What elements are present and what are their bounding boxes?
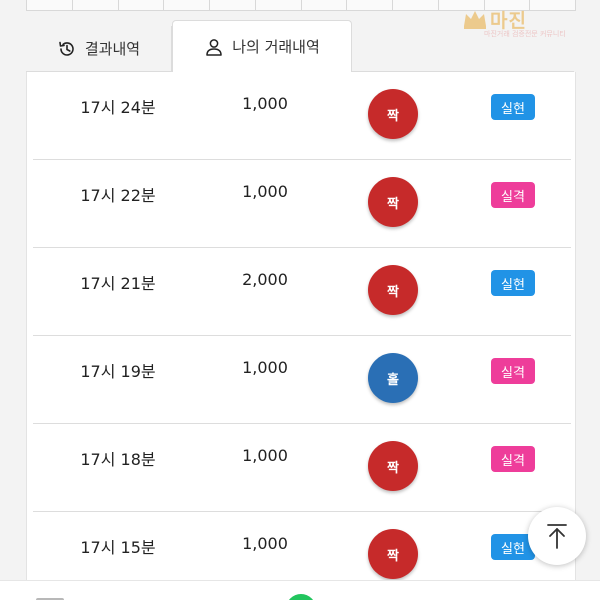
user-icon bbox=[206, 38, 222, 56]
history-icon bbox=[59, 41, 74, 56]
trade-amount: 1,000 bbox=[242, 182, 288, 201]
result-badge: 실격 bbox=[491, 182, 535, 208]
trade-amount: 1,000 bbox=[242, 534, 288, 553]
pick-ball: 짝 bbox=[368, 89, 418, 139]
table-row: 17시 21분 2,000 짝 실현 bbox=[27, 248, 575, 336]
arrow-up-icon bbox=[547, 524, 567, 549]
trade-history-list: 17시 24분 1,000 짝 실현 17시 22분 1,000 짝 실격 17… bbox=[26, 72, 576, 600]
pick-ball: 홀 bbox=[368, 353, 418, 403]
table-row: 17시 18분 1,000 짝 실격 bbox=[27, 424, 575, 512]
trade-time: 17시 24분 bbox=[80, 98, 156, 117]
trade-time: 17시 18분 bbox=[80, 450, 156, 469]
table-row: 17시 19분 1,000 홀 실격 bbox=[27, 336, 575, 424]
trade-amount: 2,000 bbox=[242, 270, 288, 289]
pick-ball: 짝 bbox=[368, 441, 418, 491]
pick-ball: 짝 bbox=[368, 177, 418, 227]
tab-results-history[interactable]: 결과내역 bbox=[26, 26, 172, 72]
nav-item-center[interactable] bbox=[286, 594, 316, 600]
table-row: 17시 24분 1,000 짝 실현 bbox=[27, 72, 575, 160]
pick-ball: 짝 bbox=[368, 529, 418, 579]
bottom-nav-bar bbox=[0, 580, 600, 600]
app-screen: 마진 마진거래 검증전문 커뮤니티 결과내역 나의 거래내역 17시 24분 1… bbox=[0, 0, 600, 600]
result-badge: 실현 bbox=[491, 94, 535, 120]
result-badge: 실격 bbox=[491, 358, 535, 384]
trade-amount: 1,000 bbox=[242, 94, 288, 113]
trade-time: 17시 21분 bbox=[80, 274, 156, 293]
table-row: 17시 22분 1,000 짝 실격 bbox=[27, 160, 575, 248]
trade-amount: 1,000 bbox=[242, 358, 288, 377]
tab-results-label: 결과내역 bbox=[84, 40, 141, 58]
trade-time: 17시 15분 bbox=[80, 538, 156, 557]
scroll-to-top-button[interactable] bbox=[528, 507, 586, 565]
trade-amount: 1,000 bbox=[242, 446, 288, 465]
tab-my-trades[interactable]: 나의 거래내역 bbox=[172, 20, 352, 72]
trade-time: 17시 19분 bbox=[80, 362, 156, 381]
trade-time: 17시 22분 bbox=[80, 186, 156, 205]
pick-ball: 짝 bbox=[368, 265, 418, 315]
tab-mine-label: 나의 거래내역 bbox=[232, 38, 320, 56]
tab-bar: 결과내역 나의 거래내역 bbox=[26, 20, 574, 72]
result-badge: 실격 bbox=[491, 446, 535, 472]
result-badge: 실현 bbox=[491, 270, 535, 296]
